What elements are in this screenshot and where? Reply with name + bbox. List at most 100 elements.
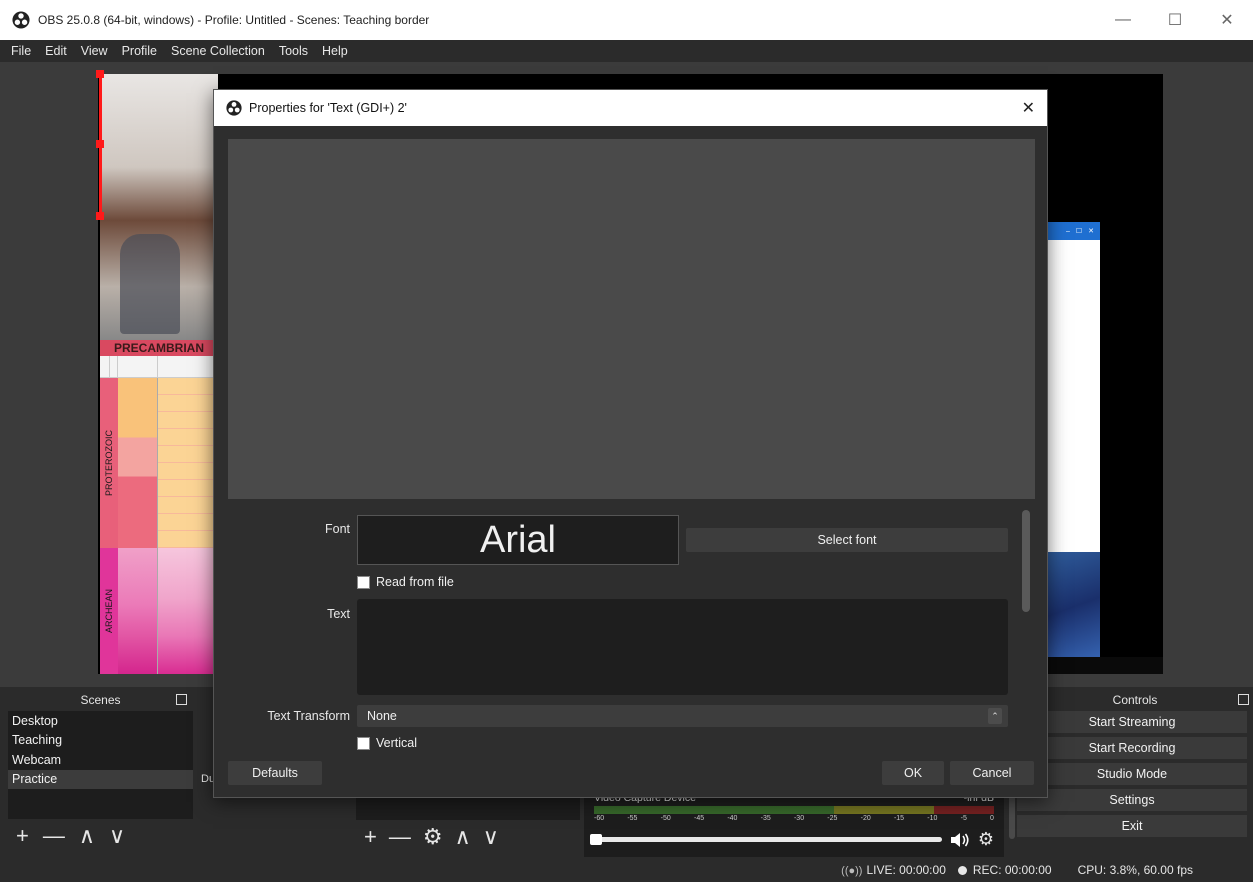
meter-tick-label: -10	[927, 815, 938, 822]
meter-tick-label: 0	[990, 815, 994, 822]
read-from-file-checkbox[interactable]	[357, 575, 370, 589]
volume-slider-knob[interactable]	[590, 834, 602, 845]
scene-item-desktop[interactable]: Desktop	[8, 711, 193, 731]
rec-status: REC: 00:00:00	[957, 863, 1052, 877]
archean-eras	[118, 548, 158, 674]
vertical-row[interactable]: Vertical	[357, 736, 417, 750]
window-title: OBS 25.0.8 (64-bit, windows) - Profile: …	[38, 13, 430, 27]
properties-dialog: Properties for 'Text (GDI+) 2' ✕ Font Ar…	[213, 89, 1048, 798]
font-label: Font	[324, 522, 350, 536]
sources-dock-partial: Du	[198, 689, 215, 857]
spin-arrows-icon[interactable]: ⌃	[988, 708, 1002, 724]
live-status: ((●)) LIVE: 00:00:00	[841, 863, 946, 877]
studio-mode-button[interactable]: Studio Mode	[1017, 763, 1247, 785]
speaker-icon[interactable]	[950, 832, 970, 848]
meter-tick-label: -55	[627, 815, 638, 822]
controls-dock-title: Controls	[1017, 689, 1253, 711]
scenes-dock: Scenes Desktop Teaching Webcam Practice …	[8, 689, 193, 857]
cancel-button[interactable]: Cancel	[950, 761, 1034, 785]
dialog-scrollbar[interactable]	[1020, 510, 1032, 612]
archean-band: ARCHEAN	[100, 548, 218, 674]
timescale-heading: PRECAMBRIAN	[100, 340, 218, 356]
capture-titlebar: – ☐ ✕	[1047, 222, 1100, 240]
menu-file[interactable]: File	[4, 44, 38, 58]
dialog-titlebar: Properties for 'Text (GDI+) 2' ✕	[214, 90, 1047, 126]
maximize-button[interactable]: ☐	[1149, 0, 1201, 40]
eon-proterozoic: PROTEROZOIC	[100, 378, 118, 548]
geologic-timescale-image[interactable]: PRECAMBRIAN PROTEROZOIC ARCHEAN	[100, 340, 218, 674]
text-transform-value: None	[367, 709, 397, 723]
selection-handle-middle[interactable]	[96, 140, 104, 148]
menu-view[interactable]: View	[74, 44, 115, 58]
scene-item-webcam[interactable]: Webcam	[8, 750, 193, 770]
text-input[interactable]	[357, 599, 1008, 695]
menu-scene-collection[interactable]: Scene Collection	[164, 44, 272, 58]
start-recording-button[interactable]: Start Recording	[1017, 737, 1247, 759]
font-preview: Arial	[357, 515, 679, 565]
controls-dock: Controls Start Streaming Start Recording…	[1017, 689, 1253, 857]
proterozoic-band: PROTEROZOIC	[100, 378, 218, 548]
menu-tools[interactable]: Tools	[272, 44, 315, 58]
dialog-close-icon[interactable]: ✕	[1022, 98, 1035, 118]
proterozoic-periods	[158, 378, 218, 548]
menu-profile[interactable]: Profile	[115, 44, 164, 58]
close-window-button[interactable]: ✕	[1201, 0, 1253, 40]
scenes-dock-title: Scenes	[8, 689, 193, 711]
read-from-file-label: Read from file	[376, 575, 454, 589]
read-from-file-row[interactable]: Read from file	[357, 575, 454, 589]
meter-tick-label: -15	[893, 815, 905, 822]
remove-source-icon[interactable]: —	[389, 824, 411, 850]
move-scene-up-icon[interactable]: ∧	[79, 823, 95, 849]
desktop-capture-source[interactable]: – ☐ ✕	[1047, 222, 1100, 672]
ok-button[interactable]: OK	[882, 761, 944, 785]
start-streaming-button[interactable]: Start Streaming	[1017, 711, 1247, 733]
source-properties-gear-icon[interactable]: ⚙	[423, 824, 443, 850]
selection-handle-top[interactable]	[96, 70, 104, 78]
move-scene-down-icon[interactable]: ∨	[109, 823, 125, 849]
meter-tick-label: -60	[594, 815, 605, 822]
sources-toolbar: + — ⚙ ∧ ∨	[356, 798, 580, 856]
select-font-button[interactable]: Select font	[686, 528, 1008, 552]
defaults-button[interactable]: Defaults	[228, 761, 322, 785]
remove-scene-icon[interactable]: —	[43, 823, 65, 849]
sources-list-bottom	[356, 798, 580, 820]
exit-button[interactable]: Exit	[1017, 815, 1247, 837]
scene-list: Desktop Teaching Webcam Practice	[8, 711, 193, 819]
settings-button[interactable]: Settings	[1017, 789, 1247, 811]
meter-tick-label: -25	[827, 815, 838, 822]
text-transform-select[interactable]: None ⌃	[357, 705, 1008, 727]
capture-taskbar	[1047, 657, 1163, 674]
scene-item-teaching[interactable]: Teaching	[8, 731, 193, 751]
selection-handle-bottom[interactable]	[96, 212, 104, 220]
timescale-header	[100, 356, 218, 378]
meter-tick-label: -40	[727, 815, 738, 822]
vertical-checkbox[interactable]	[357, 736, 370, 750]
dialog-title: Properties for 'Text (GDI+) 2'	[249, 101, 407, 115]
scenes-title: Scenes	[80, 693, 121, 707]
minimize-button[interactable]: —	[1097, 0, 1149, 40]
obs-logo-icon	[12, 11, 30, 29]
record-dot-icon	[957, 866, 967, 876]
add-scene-icon[interactable]: +	[16, 823, 29, 849]
mixer-gear-icon[interactable]: ⚙	[978, 829, 994, 850]
webcam-source-image[interactable]	[100, 74, 218, 340]
move-source-down-icon[interactable]: ∨	[483, 824, 499, 850]
volume-slider[interactable]	[590, 834, 942, 845]
text-source-preview	[228, 139, 1035, 499]
controls-title: Controls	[1112, 693, 1158, 707]
cpu-fps: CPU: 3.8%, 60.00 fps	[1077, 863, 1193, 877]
menu-edit[interactable]: Edit	[38, 44, 74, 58]
live-timer: LIVE: 00:00:00	[866, 863, 946, 877]
add-source-icon[interactable]: +	[364, 824, 377, 850]
vertical-label: Vertical	[376, 736, 417, 750]
broadcast-icon: ((●))	[841, 865, 863, 877]
capture-wallpaper	[1047, 552, 1100, 662]
window-titlebar: OBS 25.0.8 (64-bit, windows) - Profile: …	[0, 0, 1253, 40]
volume-meter	[594, 806, 994, 814]
undock-icon[interactable]	[1238, 694, 1249, 705]
scene-item-practice[interactable]: Practice	[8, 769, 193, 789]
move-source-up-icon[interactable]: ∧	[455, 824, 471, 850]
menu-help[interactable]: Help	[315, 44, 355, 58]
undock-icon[interactable]	[176, 694, 187, 705]
status-bar: ((●)) LIVE: 00:00:00 REC: 00:00:00 CPU: 3…	[0, 858, 1253, 882]
